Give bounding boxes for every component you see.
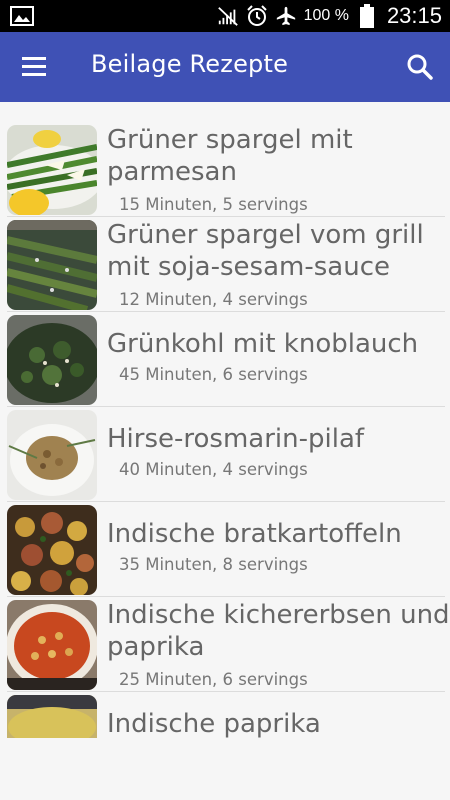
recipe-thumbnail	[7, 695, 97, 738]
app-bar: Beilage Rezepte	[0, 32, 450, 102]
recipe-title: mit soja-sesam-sauce	[107, 252, 390, 282]
recipe-meta: 40 Minuten, 4 servings	[119, 460, 308, 479]
recipe-title: Hirse-rosmarin-pilaf	[107, 424, 365, 454]
recipe-title: Grüner spargel mit	[107, 125, 353, 155]
recipe-title: paprika	[107, 632, 205, 662]
recipe-meta: 45 Minuten, 6 servings	[119, 365, 308, 384]
alarm-icon	[246, 5, 268, 27]
recipe-thumbnail	[7, 600, 97, 690]
recipe-title: Grünkohl mit knoblauch	[107, 329, 419, 359]
list-item[interactable]: Hirse-rosmarin-pilaf 40 Minuten, 4 servi…	[7, 407, 445, 502]
menu-button[interactable]	[18, 53, 52, 81]
recipe-meta: 15 Minuten, 5 servings	[119, 195, 308, 214]
recipe-list[interactable]: Grüner spargel mit parmesan 15 Minuten, …	[0, 122, 450, 738]
list-item[interactable]: Grünkohl mit knoblauch 45 Minuten, 6 ser…	[7, 312, 445, 407]
recipe-meta: 12 Minuten, 4 servings	[119, 290, 308, 309]
image-icon	[10, 6, 34, 26]
search-icon	[404, 54, 436, 87]
recipe-thumbnail	[7, 410, 97, 500]
recipe-title: parmesan	[107, 157, 237, 187]
list-item[interactable]: Indische kichererbsen und paprika 25 Min…	[7, 597, 450, 692]
hamburger-menu-icon	[18, 57, 52, 85]
list-item[interactable]: Indische bratkartoffeln 35 Minuten, 8 se…	[7, 502, 445, 597]
recipe-thumbnail	[7, 505, 97, 595]
page-title: Beilage Rezepte	[91, 50, 289, 78]
airplane-mode-icon	[275, 5, 297, 27]
list-item[interactable]: Grüner spargel mit parmesan 15 Minuten, …	[7, 122, 445, 217]
bottom-area	[0, 738, 450, 800]
recipe-thumbnail	[7, 220, 97, 310]
list-item[interactable]: Indische paprika	[7, 692, 445, 738]
clock: 23:15	[386, 3, 442, 28]
list-item[interactable]: Grüner spargel vom grill mit soja-sesam-…	[7, 217, 445, 312]
battery-icon	[356, 4, 378, 28]
recipe-thumbnail	[7, 315, 97, 405]
recipe-title: Grüner spargel vom grill	[107, 220, 424, 250]
status-bar: 100 % 23:15	[0, 0, 450, 32]
recipe-meta: 35 Minuten, 8 servings	[119, 555, 308, 574]
signal-off-icon	[217, 5, 239, 27]
recipe-title: Indische kichererbsen und	[107, 600, 450, 630]
recipe-thumbnail	[7, 125, 97, 215]
recipe-title: Indische bratkartoffeln	[107, 519, 402, 549]
recipe-title: Indische paprika	[107, 709, 321, 738]
recipe-meta: 25 Minuten, 6 servings	[119, 670, 308, 689]
battery-percent: 100 %	[303, 7, 349, 24]
search-button[interactable]	[404, 51, 436, 83]
